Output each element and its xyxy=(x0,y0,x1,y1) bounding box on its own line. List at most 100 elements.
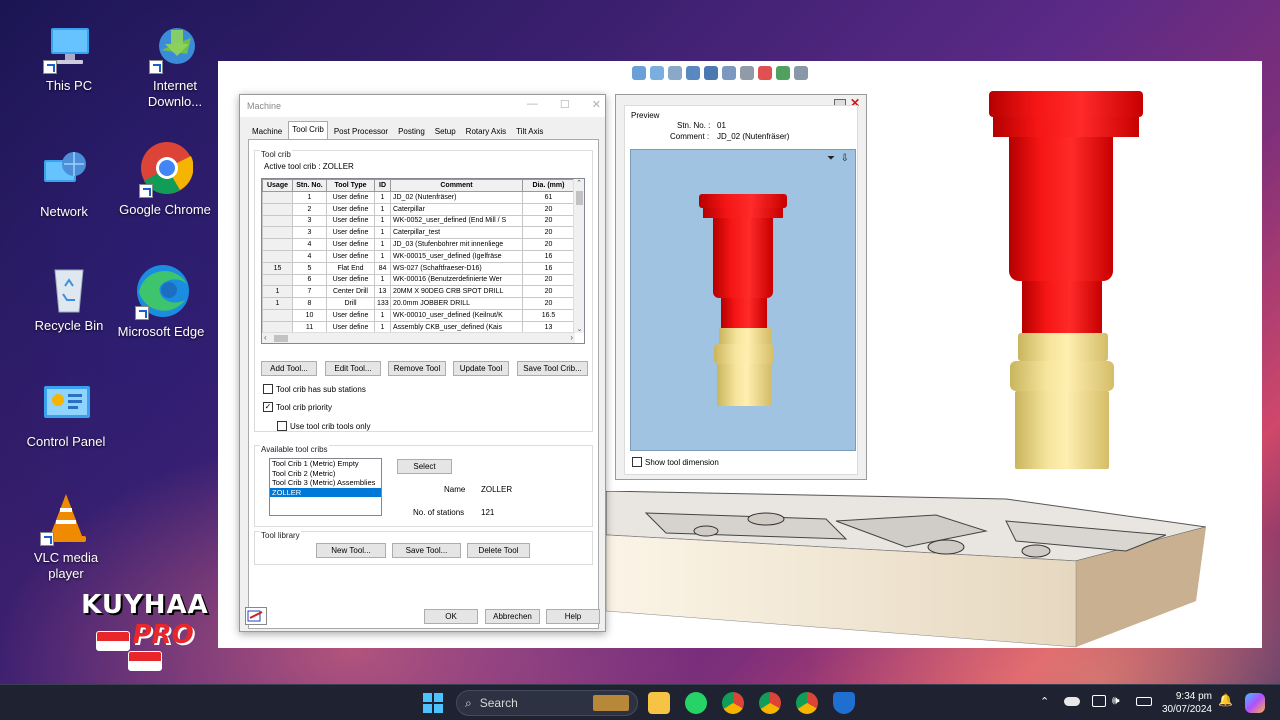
filter-icon[interactable]: ⏷ xyxy=(827,153,835,164)
table-cell: WK-0052_user_defined (End Mill / S xyxy=(390,214,523,228)
table-cell: 1 xyxy=(374,249,391,263)
show-dimension-checkbox[interactable] xyxy=(632,457,642,467)
column-header[interactable]: Tool Type xyxy=(326,179,375,192)
column-header[interactable]: Usage xyxy=(262,179,293,192)
desktop-icon-network[interactable]: Network xyxy=(14,150,114,220)
tool-table-container[interactable]: Usage Stn. No. Tool Type ID Comment Dia.… xyxy=(261,178,585,344)
chevron-up-icon[interactable]: ⌃ xyxy=(1040,695,1049,708)
desktop-icon-control-panel[interactable]: Control Panel xyxy=(16,380,116,450)
table-row[interactable]: 6 User define 1 WK-00016 (Benutzerdefiniert… xyxy=(262,273,575,287)
table-row[interactable]: 3 User define 1 Caterpillar_test 20 xyxy=(262,226,575,240)
file-explorer-icon[interactable] xyxy=(648,692,670,714)
table-row[interactable]: 10 User define 1 WK-00010_user_defined (Kei… xyxy=(262,308,575,322)
scroll-left-icon[interactable]: ‹ xyxy=(264,333,267,342)
table-row[interactable]: 4 User define 1 JD_03 (Stufenbohrer mit inn… xyxy=(262,238,575,251)
available-tool-cribs-list[interactable]: Tool Crib 1 (Metric) Empty Tool Crib 2 (… xyxy=(269,458,382,516)
new-tool-button[interactable]: New Tool... xyxy=(316,543,386,558)
horizontal-scrollbar[interactable]: ‹ › xyxy=(262,332,575,343)
table-row[interactable]: 3 User define 1 WK-0052_user_defined (End M… xyxy=(262,214,575,228)
column-header[interactable]: Stn. No. xyxy=(292,179,327,192)
tool-table[interactable]: Usage Stn. No. Tool Type ID Comment Dia.… xyxy=(262,179,575,334)
chrome-profile-2-taskbar-icon[interactable] xyxy=(796,692,818,714)
list-item[interactable]: Tool Crib 1 (Metric) Empty xyxy=(270,459,381,469)
clock[interactable]: 9:34 pm 30/07/2024 xyxy=(1162,690,1212,716)
tab-setup[interactable]: Setup xyxy=(431,123,460,139)
table-row[interactable]: 15 5 Flat End 84 WS-027 (Schaftfraeser-D16) 1… xyxy=(262,261,575,275)
appearance-icon[interactable] xyxy=(758,66,772,80)
tab-tool-crib[interactable]: Tool Crib xyxy=(288,121,328,139)
zoom-icon[interactable] xyxy=(632,66,646,80)
list-item-selected[interactable]: ZOLLER xyxy=(270,487,381,498)
select-button[interactable]: Select xyxy=(397,459,452,474)
scroll-thumb[interactable] xyxy=(576,191,583,205)
table-row[interactable]: 1 8 Drill 133 20.0mm JOBBER DRILL 20 xyxy=(262,297,575,310)
hide-show-icon[interactable] xyxy=(740,66,754,80)
vertical-scrollbar[interactable]: ⌃ ⌄ xyxy=(573,179,584,333)
column-header[interactable]: Comment xyxy=(390,179,523,192)
onedrive-icon[interactable] xyxy=(1064,697,1080,706)
battery-icon[interactable] xyxy=(1136,697,1152,706)
notification-bell-icon[interactable]: 🔔 xyxy=(1218,693,1233,707)
save-tool-button[interactable]: Save Tool... xyxy=(392,543,461,558)
chrome-taskbar-icon[interactable] xyxy=(722,692,744,714)
tab-rotary-axis[interactable]: Rotary Axis xyxy=(462,123,510,139)
volume-icon[interactable]: 🕪 xyxy=(1112,693,1120,708)
rotate-icon[interactable] xyxy=(686,66,700,80)
priority-checkbox[interactable]: ✓ xyxy=(263,402,273,412)
network-status-icon[interactable] xyxy=(1092,695,1106,707)
desktop-icon-edge[interactable]: Microsoft Edge xyxy=(111,262,211,340)
help-button[interactable]: Help xyxy=(546,609,600,624)
machine-dialog[interactable]: Machine — ☐ ✕ Machine Tool Crib Post Pro… xyxy=(239,94,606,632)
edit-tool-button[interactable]: Edit Tool... xyxy=(325,361,381,376)
update-tool-button[interactable]: Update Tool xyxy=(453,361,509,376)
tab-posting[interactable]: Posting xyxy=(394,123,429,139)
scroll-up-icon[interactable]: ⌃ xyxy=(574,179,584,187)
desktop-icon-chrome[interactable]: Google Chrome xyxy=(115,140,215,218)
desktop-icon-idm[interactable]: Internet Downlo... xyxy=(125,24,225,110)
scene-icon[interactable] xyxy=(776,66,790,80)
minimize-icon[interactable]: — xyxy=(527,98,538,111)
desktop-icon-recycle-bin[interactable]: Recycle Bin xyxy=(19,264,119,334)
scroll-right-icon[interactable]: › xyxy=(570,333,573,342)
close-icon[interactable]: ✕ xyxy=(592,98,601,111)
list-item[interactable]: Tool Crib 3 (Metric) Assemblies xyxy=(270,478,381,488)
delete-tool-button[interactable]: Delete Tool xyxy=(467,543,530,558)
windows-start-icon[interactable] xyxy=(422,692,444,714)
save-tool-crib-button[interactable]: Save Tool Crib... xyxy=(517,361,588,376)
table-row[interactable]: 2 User define 1 Caterpillar 20 xyxy=(262,202,575,216)
preview-viewport[interactable]: ⏷ ⇩ xyxy=(630,149,856,451)
table-row[interactable]: 1 7 Center Drill 13 20MM X 90DEG CRB SPOT DR… xyxy=(262,285,575,299)
tab-tilt-axis[interactable]: Tilt Axis xyxy=(512,123,547,139)
chrome-profile-taskbar-icon[interactable] xyxy=(759,692,781,714)
display-icon[interactable] xyxy=(794,66,808,80)
whatsapp-icon[interactable] xyxy=(685,692,707,714)
tab-machine[interactable]: Machine xyxy=(248,123,286,139)
table-row[interactable]: 1 User define 1 JD_02 (Nutenfräser) 61 xyxy=(262,191,575,204)
sub-stations-checkbox[interactable] xyxy=(263,384,273,394)
desktop-icon-vlc[interactable]: VLC media player xyxy=(16,490,116,582)
desktop-icon-label: This PC xyxy=(45,78,93,93)
zoom-window-icon[interactable] xyxy=(650,66,664,80)
view-orientation-icon[interactable] xyxy=(704,66,718,80)
tab-post-processor[interactable]: Post Processor xyxy=(330,123,392,139)
list-item[interactable]: Tool Crib 2 (Metric) xyxy=(270,469,381,479)
column-header[interactable]: ID xyxy=(374,179,391,192)
use-tool-crib-only-checkbox[interactable] xyxy=(277,421,287,431)
desktop-icon-this-pc[interactable]: This PC xyxy=(19,24,119,94)
remove-tool-button[interactable]: Remove Tool xyxy=(388,361,446,376)
section-view-icon[interactable] xyxy=(722,66,736,80)
cancel-button[interactable]: Abbrechen xyxy=(485,609,540,624)
column-header[interactable]: Dia. (mm) xyxy=(522,179,575,192)
taskbar-search-box[interactable]: ⌕ Search xyxy=(456,690,638,716)
scroll-down-icon[interactable]: ⌄ xyxy=(574,325,584,333)
scroll-thumb[interactable] xyxy=(274,335,288,342)
preview-window[interactable]: ✕ Preview Stn. No. : 01 Comment : JD_02 … xyxy=(615,94,867,480)
table-row[interactable]: 4 User define 1 WK-00015_user_defined (Igel… xyxy=(262,249,575,263)
pan-icon[interactable] xyxy=(668,66,682,80)
add-tool-button[interactable]: Add Tool... xyxy=(261,361,317,376)
maximize-icon[interactable]: ☐ xyxy=(560,98,570,111)
download-icon[interactable]: ⇩ xyxy=(841,153,849,164)
ok-button[interactable]: OK xyxy=(424,609,478,624)
windows-security-icon[interactable] xyxy=(833,692,855,714)
copilot-icon[interactable] xyxy=(1245,693,1265,713)
